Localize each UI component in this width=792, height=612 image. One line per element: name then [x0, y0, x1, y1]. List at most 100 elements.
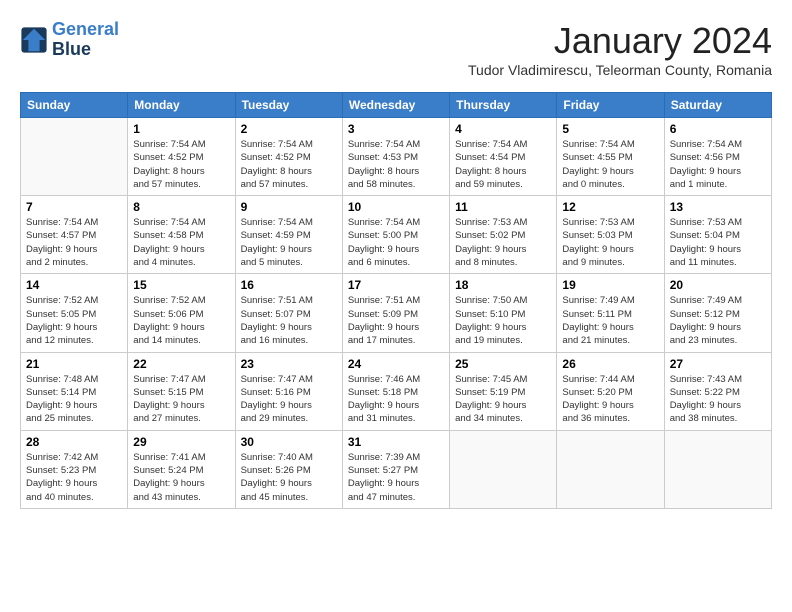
- calendar-cell: 22 Sunrise: 7:47 AMSunset: 5:15 PMDayligh…: [128, 352, 235, 430]
- day-info: Sunrise: 7:53 AMSunset: 5:04 PMDaylight:…: [670, 216, 766, 269]
- calendar-cell: 7 Sunrise: 7:54 AMSunset: 4:57 PMDaylight…: [21, 196, 128, 274]
- day-info: Sunrise: 7:54 AMSunset: 4:56 PMDaylight:…: [670, 138, 766, 191]
- day-number: 13: [670, 200, 766, 214]
- calendar-cell: 24 Sunrise: 7:46 AMSunset: 5:18 PMDayligh…: [342, 352, 449, 430]
- calendar-cell: 17 Sunrise: 7:51 AMSunset: 5:09 PMDayligh…: [342, 274, 449, 352]
- day-number: 31: [348, 435, 444, 449]
- day-info: Sunrise: 7:44 AMSunset: 5:20 PMDaylight:…: [562, 373, 658, 426]
- calendar-cell: 8 Sunrise: 7:54 AMSunset: 4:58 PMDaylight…: [128, 196, 235, 274]
- day-info: Sunrise: 7:45 AMSunset: 5:19 PMDaylight:…: [455, 373, 551, 426]
- day-info: Sunrise: 7:47 AMSunset: 5:16 PMDaylight:…: [241, 373, 337, 426]
- day-number: 12: [562, 200, 658, 214]
- calendar-cell: [557, 430, 664, 508]
- logo-icon: [20, 26, 48, 54]
- day-number: 16: [241, 278, 337, 292]
- calendar-cell: 16 Sunrise: 7:51 AMSunset: 5:07 PMDayligh…: [235, 274, 342, 352]
- day-number: 30: [241, 435, 337, 449]
- calendar-cell: 25 Sunrise: 7:45 AMSunset: 5:19 PMDayligh…: [450, 352, 557, 430]
- day-number: 28: [26, 435, 122, 449]
- day-number: 3: [348, 122, 444, 136]
- day-number: 18: [455, 278, 551, 292]
- day-number: 19: [562, 278, 658, 292]
- calendar-week-1: 1 Sunrise: 7:54 AMSunset: 4:52 PMDaylight…: [21, 118, 772, 196]
- calendar-cell: 27 Sunrise: 7:43 AMSunset: 5:22 PMDayligh…: [664, 352, 771, 430]
- day-info: Sunrise: 7:48 AMSunset: 5:14 PMDaylight:…: [26, 373, 122, 426]
- col-header-wednesday: Wednesday: [342, 93, 449, 118]
- calendar-cell: 15Sunrise: 7:52 AMSunset: 5:06 PMDayligh…: [128, 274, 235, 352]
- day-number: 17: [348, 278, 444, 292]
- day-info: Sunrise: 7:49 AMSunset: 5:11 PMDaylight:…: [562, 294, 658, 347]
- day-info: Sunrise: 7:54 AMSunset: 4:55 PMDaylight:…: [562, 138, 658, 191]
- calendar-cell: 6 Sunrise: 7:54 AMSunset: 4:56 PMDaylight…: [664, 118, 771, 196]
- day-number: 11: [455, 200, 551, 214]
- col-header-monday: Monday: [128, 93, 235, 118]
- day-info: Sunrise: 7:54 AMSunset: 4:52 PMDaylight:…: [133, 138, 229, 191]
- calendar-cell: 26 Sunrise: 7:44 AMSunset: 5:20 PMDayligh…: [557, 352, 664, 430]
- col-header-thursday: Thursday: [450, 93, 557, 118]
- day-number: 1: [133, 122, 229, 136]
- day-number: 5: [562, 122, 658, 136]
- subtitle: Tudor Vladimirescu, Teleorman County, Ro…: [468, 62, 772, 78]
- day-number: 2: [241, 122, 337, 136]
- col-header-friday: Friday: [557, 93, 664, 118]
- day-info: Sunrise: 7:52 AMSunset: 5:06 PMDaylight:…: [133, 294, 229, 347]
- day-number: 27: [670, 357, 766, 371]
- day-info: Sunrise: 7:54 AMSunset: 4:57 PMDaylight:…: [26, 216, 122, 269]
- day-number: 26: [562, 357, 658, 371]
- page-header: GeneralBlue January 2024 Tudor Vladimire…: [20, 20, 772, 88]
- day-info: Sunrise: 7:47 AMSunset: 5:15 PMDaylight:…: [133, 373, 229, 426]
- calendar-cell: 30 Sunrise: 7:40 AMSunset: 5:26 PMDayligh…: [235, 430, 342, 508]
- day-info: Sunrise: 7:54 AMSunset: 4:54 PMDaylight:…: [455, 138, 551, 191]
- calendar-week-5: 28 Sunrise: 7:42 AMSunset: 5:23 PMDayligh…: [21, 430, 772, 508]
- day-number: 8: [133, 200, 229, 214]
- day-info: Sunrise: 7:54 AMSunset: 4:52 PMDaylight:…: [241, 138, 337, 191]
- calendar-cell: [21, 118, 128, 196]
- day-number: 10: [348, 200, 444, 214]
- day-info: Sunrise: 7:51 AMSunset: 5:09 PMDaylight:…: [348, 294, 444, 347]
- day-number: 24: [348, 357, 444, 371]
- col-header-saturday: Saturday: [664, 93, 771, 118]
- day-info: Sunrise: 7:39 AMSunset: 5:27 PMDaylight:…: [348, 451, 444, 504]
- month-title: January 2024 Tudor Vladimirescu, Teleorm…: [468, 20, 772, 88]
- calendar-cell: 5 Sunrise: 7:54 AMSunset: 4:55 PMDaylight…: [557, 118, 664, 196]
- calendar-cell: 28 Sunrise: 7:42 AMSunset: 5:23 PMDayligh…: [21, 430, 128, 508]
- day-number: 6: [670, 122, 766, 136]
- day-number: 20: [670, 278, 766, 292]
- day-number: 4: [455, 122, 551, 136]
- day-info: Sunrise: 7:43 AMSunset: 5:22 PMDaylight:…: [670, 373, 766, 426]
- day-number: 25: [455, 357, 551, 371]
- calendar-cell: 9 Sunrise: 7:54 AMSunset: 4:59 PMDaylight…: [235, 196, 342, 274]
- calendar-header-row: SundayMondayTuesdayWednesdayThursdayFrid…: [21, 93, 772, 118]
- day-number: 21: [26, 357, 122, 371]
- day-info: Sunrise: 7:53 AMSunset: 5:03 PMDaylight:…: [562, 216, 658, 269]
- day-info: Sunrise: 7:54 AMSunset: 4:58 PMDaylight:…: [133, 216, 229, 269]
- calendar-cell: 29Sunrise: 7:41 AMSunset: 5:24 PMDayligh…: [128, 430, 235, 508]
- calendar-week-4: 21 Sunrise: 7:48 AMSunset: 5:14 PMDayligh…: [21, 352, 772, 430]
- day-info: Sunrise: 7:54 AMSunset: 5:00 PMDaylight:…: [348, 216, 444, 269]
- day-number: 22: [133, 357, 229, 371]
- calendar-cell: 14Sunrise: 7:52 AMSunset: 5:05 PMDayligh…: [21, 274, 128, 352]
- calendar-cell: 21 Sunrise: 7:48 AMSunset: 5:14 PMDayligh…: [21, 352, 128, 430]
- calendar-table: SundayMondayTuesdayWednesdayThursdayFrid…: [20, 92, 772, 509]
- calendar-cell: [664, 430, 771, 508]
- calendar-cell: 23 Sunrise: 7:47 AMSunset: 5:16 PMDayligh…: [235, 352, 342, 430]
- col-header-tuesday: Tuesday: [235, 93, 342, 118]
- day-info: Sunrise: 7:40 AMSunset: 5:26 PMDaylight:…: [241, 451, 337, 504]
- day-info: Sunrise: 7:49 AMSunset: 5:12 PMDaylight:…: [670, 294, 766, 347]
- day-number: 9: [241, 200, 337, 214]
- day-info: Sunrise: 7:42 AMSunset: 5:23 PMDaylight:…: [26, 451, 122, 504]
- calendar-cell: [450, 430, 557, 508]
- calendar-cell: 13 Sunrise: 7:53 AMSunset: 5:04 PMDayligh…: [664, 196, 771, 274]
- day-info: Sunrise: 7:54 AMSunset: 4:59 PMDaylight:…: [241, 216, 337, 269]
- calendar-cell: 3 Sunrise: 7:54 AMSunset: 4:53 PMDaylight…: [342, 118, 449, 196]
- day-info: Sunrise: 7:54 AMSunset: 4:53 PMDaylight:…: [348, 138, 444, 191]
- day-info: Sunrise: 7:50 AMSunset: 5:10 PMDaylight:…: [455, 294, 551, 347]
- logo-area: GeneralBlue: [20, 20, 119, 60]
- calendar-cell: 1 Sunrise: 7:54 AMSunset: 4:52 PMDaylight…: [128, 118, 235, 196]
- day-number: 7: [26, 200, 122, 214]
- day-info: Sunrise: 7:51 AMSunset: 5:07 PMDaylight:…: [241, 294, 337, 347]
- day-info: Sunrise: 7:46 AMSunset: 5:18 PMDaylight:…: [348, 373, 444, 426]
- col-header-sunday: Sunday: [21, 93, 128, 118]
- day-number: 23: [241, 357, 337, 371]
- calendar-week-3: 14Sunrise: 7:52 AMSunset: 5:05 PMDayligh…: [21, 274, 772, 352]
